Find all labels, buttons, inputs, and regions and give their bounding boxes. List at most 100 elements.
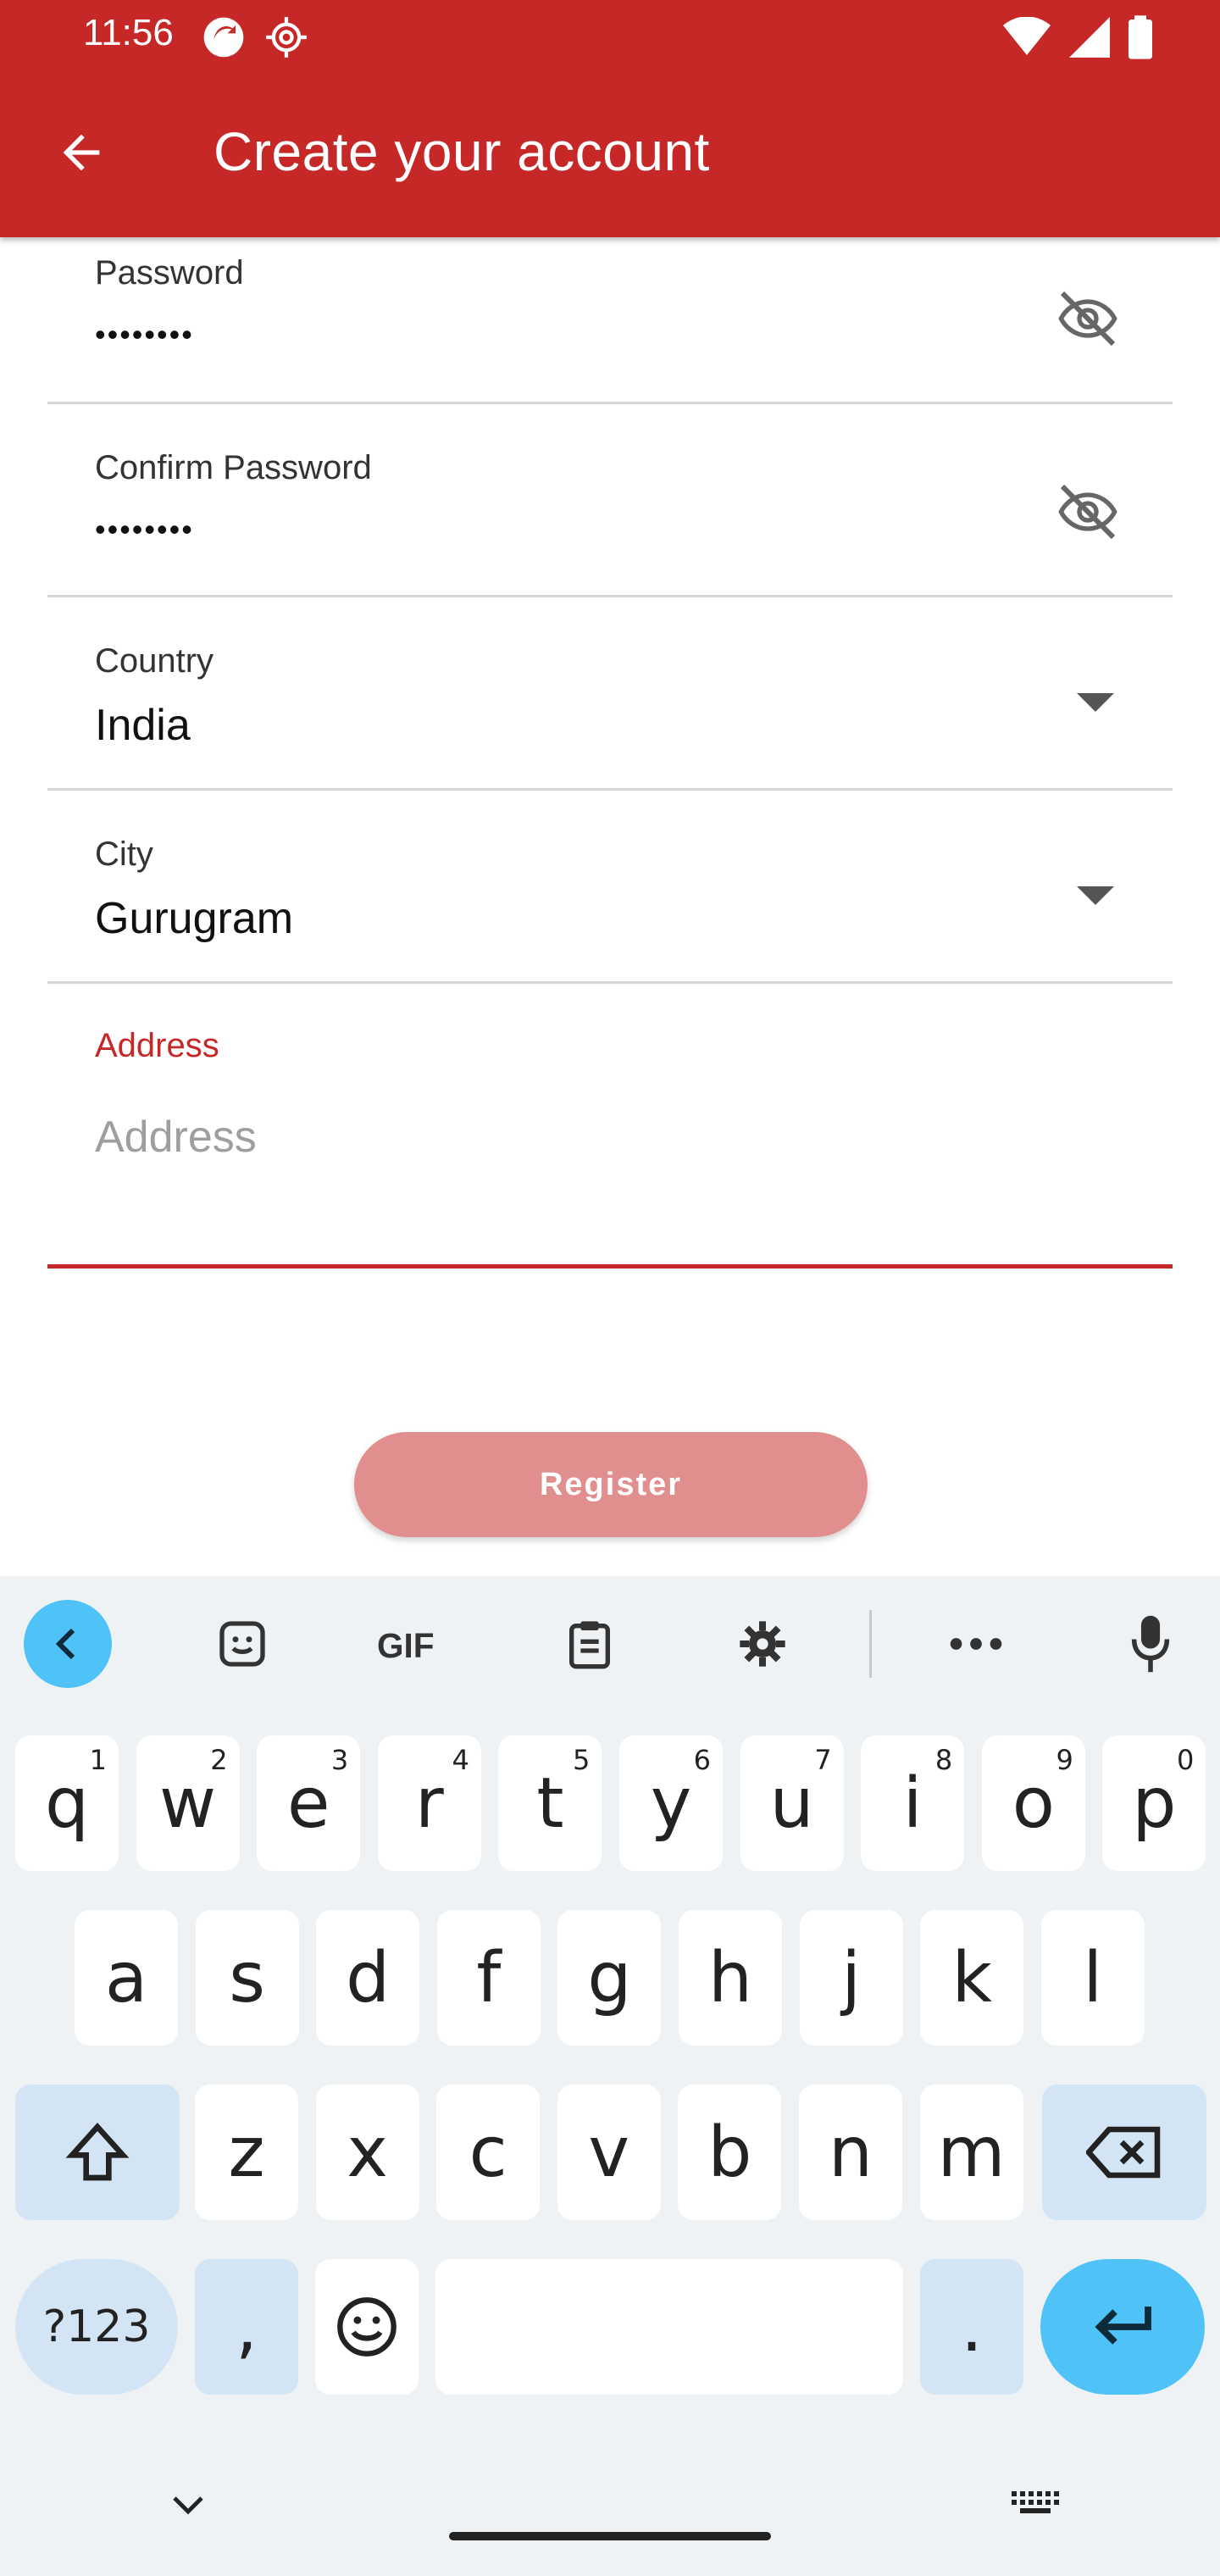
key-j[interactable]: j — [799, 1910, 903, 2046]
password-visibility-toggle[interactable] — [1051, 281, 1125, 356]
country-label: Country — [95, 642, 214, 680]
key-label: i — [902, 1763, 923, 1844]
key-hint: 5 — [573, 1744, 591, 1776]
key-x[interactable]: x — [315, 2085, 419, 2220]
key-d[interactable]: d — [316, 1910, 420, 2046]
keyboard-icon — [1012, 2491, 1059, 2513]
key-label: q — [44, 1763, 90, 1844]
city-divider — [47, 981, 1173, 984]
backspace-icon — [1086, 2126, 1161, 2179]
back-button[interactable] — [41, 112, 122, 193]
confirm-password-visibility-toggle[interactable] — [1051, 475, 1125, 549]
key-z[interactable]: z — [195, 2085, 298, 2220]
key-h[interactable]: h — [679, 1910, 782, 2046]
status-bar: 11:56 — [0, 0, 1220, 75]
password-field[interactable]: Password •••••••• — [47, 237, 1173, 405]
key-hint: 9 — [1056, 1744, 1073, 1776]
microphone-icon — [1131, 1615, 1170, 1673]
key-label: u — [769, 1763, 814, 1844]
sticker-button[interactable] — [198, 1600, 286, 1688]
key-s[interactable]: s — [195, 1910, 299, 2046]
app-bar: Create your account — [0, 75, 1220, 237]
keyboard-toolbar: GIF — [0, 1576, 1220, 1712]
confirm-password-label: Confirm Password — [95, 449, 372, 486]
address-field[interactable]: Address Address — [47, 985, 1173, 1273]
chevron-left-icon — [55, 1628, 75, 1660]
key-o[interactable]: o9 — [981, 1735, 1085, 1871]
address-label: Address — [95, 1027, 219, 1064]
key-l[interactable]: l — [1040, 1910, 1145, 2046]
key-t[interactable]: t5 — [498, 1735, 602, 1871]
country-divider — [47, 788, 1173, 791]
city-value: Gurugram — [95, 894, 294, 943]
confirm-password-field[interactable]: Confirm Password •••••••• — [47, 405, 1173, 598]
key-q[interactable]: q1 — [15, 1735, 119, 1871]
chevron-down-icon — [1077, 886, 1114, 905]
address-input[interactable]: Address — [95, 1112, 257, 1163]
register-button[interactable]: Register — [354, 1432, 868, 1537]
chevron-down-icon — [1077, 693, 1114, 712]
emoji-key[interactable] — [315, 2259, 419, 2395]
emoji-icon — [337, 2297, 396, 2357]
key-v[interactable]: v — [557, 2085, 661, 2220]
key-f[interactable]: f — [436, 1910, 541, 2046]
key-hint: 2 — [210, 1744, 228, 1776]
key-k[interactable]: k — [920, 1910, 1024, 2046]
eye-off-icon — [1058, 484, 1117, 540]
key-e[interactable]: e3 — [257, 1735, 361, 1871]
key-y[interactable]: y6 — [619, 1735, 723, 1871]
country-caret — [1066, 673, 1125, 732]
password-input[interactable]: •••••••• — [95, 317, 194, 353]
key-label: t — [536, 1763, 564, 1844]
key-w[interactable]: w2 — [136, 1735, 240, 1871]
key-p[interactable]: p0 — [1102, 1735, 1206, 1871]
sticker-icon — [219, 1621, 265, 1667]
key-hint: 6 — [693, 1744, 711, 1776]
key-g[interactable]: g — [557, 1910, 662, 2046]
gif-button[interactable]: GIF — [371, 1600, 459, 1688]
gif-icon: GIF — [377, 1626, 435, 1664]
home-indicator[interactable] — [449, 2532, 771, 2540]
svg-text:GIF: GIF — [377, 1626, 435, 1664]
page-title: Create your account — [214, 121, 710, 182]
key-c[interactable]: c — [436, 2085, 541, 2220]
country-dropdown[interactable]: Country India — [47, 598, 1173, 791]
key-i[interactable]: i8 — [861, 1735, 965, 1871]
key-n[interactable]: n — [799, 2085, 902, 2220]
hide-keyboard-button[interactable] — [161, 2484, 215, 2525]
shift-icon — [65, 2123, 130, 2181]
key-r[interactable]: r4 — [377, 1735, 481, 1871]
enter-key[interactable] — [1040, 2259, 1205, 2395]
comma-key[interactable]: , — [195, 2259, 298, 2395]
city-dropdown[interactable]: City Gurugram — [47, 791, 1173, 985]
key-m[interactable]: m — [919, 2085, 1023, 2220]
key-label: w — [159, 1763, 217, 1844]
key-hint: 3 — [330, 1744, 349, 1776]
wifi-icon — [1003, 17, 1051, 55]
space-key[interactable] — [435, 2259, 903, 2395]
key-a[interactable]: a — [75, 1910, 178, 2046]
voice-input-button[interactable] — [1106, 1600, 1195, 1688]
backspace-key[interactable] — [1042, 2085, 1206, 2220]
enter-icon — [1095, 2307, 1151, 2345]
password-divider — [47, 402, 1173, 404]
city-caret — [1066, 866, 1125, 925]
keyboard-settings-button[interactable] — [718, 1600, 807, 1688]
key-b[interactable]: b — [678, 2085, 782, 2220]
key-u[interactable]: u7 — [740, 1735, 844, 1871]
confirm-password-input[interactable]: •••••••• — [95, 512, 194, 547]
status-time: 11:56 — [83, 12, 174, 53]
key-hint: 0 — [1177, 1744, 1195, 1776]
shift-key[interactable] — [15, 2085, 180, 2220]
settings-notification-icon — [266, 17, 307, 58]
clipboard-button[interactable] — [546, 1600, 634, 1688]
symbols-key[interactable]: ?123 — [15, 2259, 178, 2395]
key-label: e — [286, 1763, 330, 1844]
period-key[interactable]: . — [920, 2259, 1023, 2395]
app-notification-icon — [203, 17, 244, 58]
more-options-button[interactable] — [932, 1600, 1020, 1688]
arrow-back-icon — [63, 134, 100, 171]
keyboard-collapse-button[interactable] — [24, 1600, 112, 1688]
keyboard-switch-button[interactable] — [1008, 2483, 1062, 2523]
key-label: p — [1132, 1763, 1177, 1844]
